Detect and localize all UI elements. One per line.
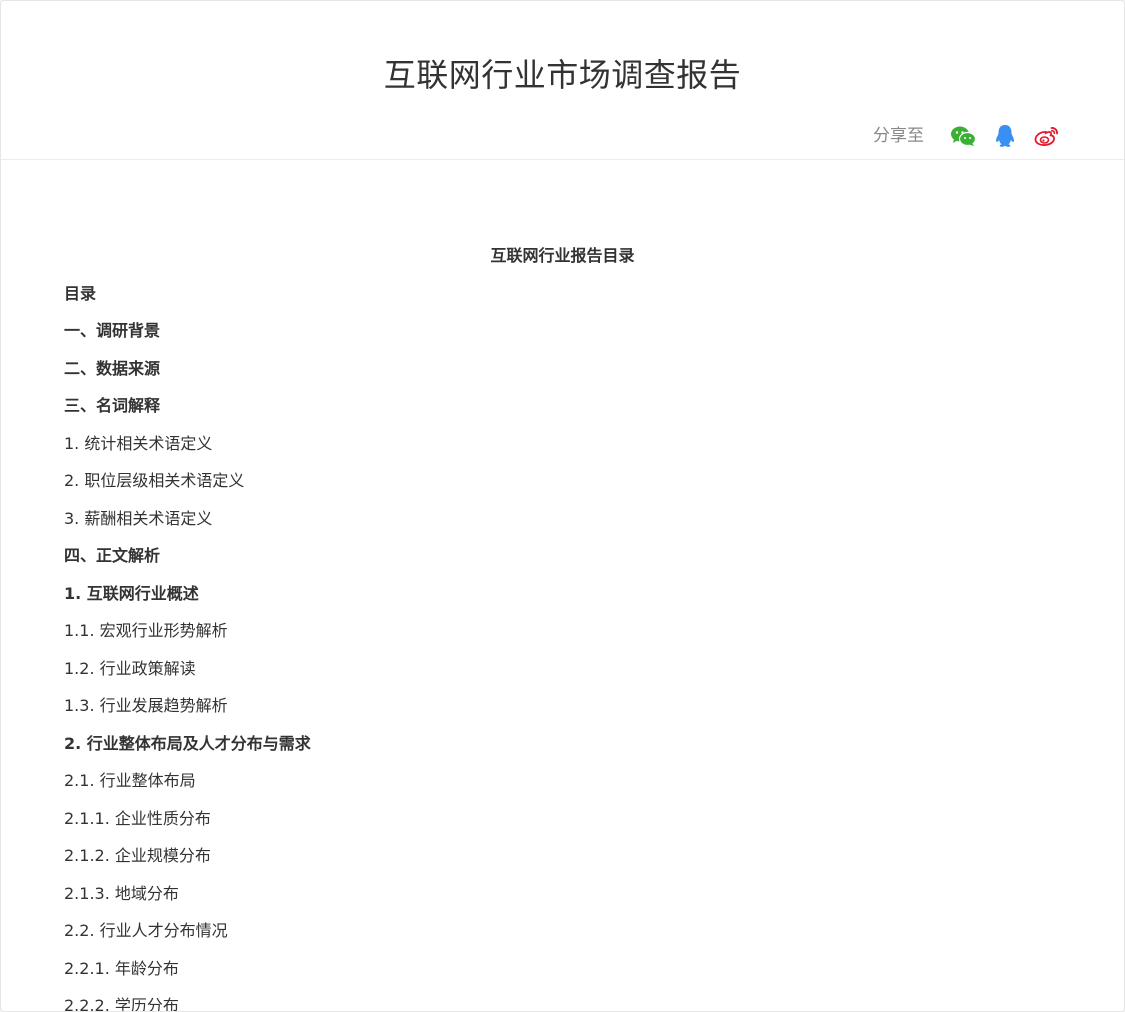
toc-item: 1. 互联网行业概述 (64, 575, 1061, 613)
share-qq-button[interactable] (990, 121, 1020, 151)
toc-item: 2. 行业整体布局及人才分布与需求 (64, 725, 1061, 763)
weibo-icon (1034, 125, 1060, 147)
toc-item: 四、正文解析 (64, 537, 1061, 575)
toc-item: 1.3. 行业发展趋势解析 (64, 687, 1061, 725)
toc-item: 二、数据来源 (64, 350, 1061, 388)
wechat-icon (950, 125, 976, 147)
article-header: 互联网行业市场调查报告 分享至 (1, 1, 1124, 160)
qq-icon (994, 124, 1016, 148)
share-weibo-button[interactable] (1032, 121, 1062, 151)
share-wechat-button[interactable] (948, 121, 978, 151)
toc-list: 目录一、调研背景二、数据来源三、名词解释1. 统计相关术语定义2. 职位层级相关… (64, 275, 1061, 1012)
toc-item: 3. 薪酬相关术语定义 (64, 500, 1061, 538)
toc-item: 一、调研背景 (64, 312, 1061, 350)
page-title: 互联网行业市场调查报告 (1, 53, 1124, 97)
article-content: 互联网行业报告目录 目录一、调研背景二、数据来源三、名词解释1. 统计相关术语定… (64, 237, 1061, 1012)
article-card: 互联网行业市场调查报告 分享至 (0, 0, 1125, 1012)
toc-item: 目录 (64, 275, 1061, 313)
toc-item: 2. 职位层级相关术语定义 (64, 462, 1061, 500)
toc-item: 1.1. 宏观行业形势解析 (64, 612, 1061, 650)
toc-item: 三、名词解释 (64, 387, 1061, 425)
share-label: 分享至 (873, 121, 924, 151)
toc-title: 互联网行业报告目录 (64, 237, 1061, 275)
toc-item: 2.1. 行业整体布局 (64, 762, 1061, 800)
toc-item: 2.2.1. 年龄分布 (64, 950, 1061, 988)
toc-item: 2.1.2. 企业规模分布 (64, 837, 1061, 875)
toc-item: 1. 统计相关术语定义 (64, 425, 1061, 463)
share-bar: 分享至 (873, 121, 1062, 151)
toc-item: 2.1.3. 地域分布 (64, 875, 1061, 913)
toc-item: 1.2. 行业政策解读 (64, 650, 1061, 688)
toc-item: 2.1.1. 企业性质分布 (64, 800, 1061, 838)
toc-item: 2.2. 行业人才分布情况 (64, 912, 1061, 950)
